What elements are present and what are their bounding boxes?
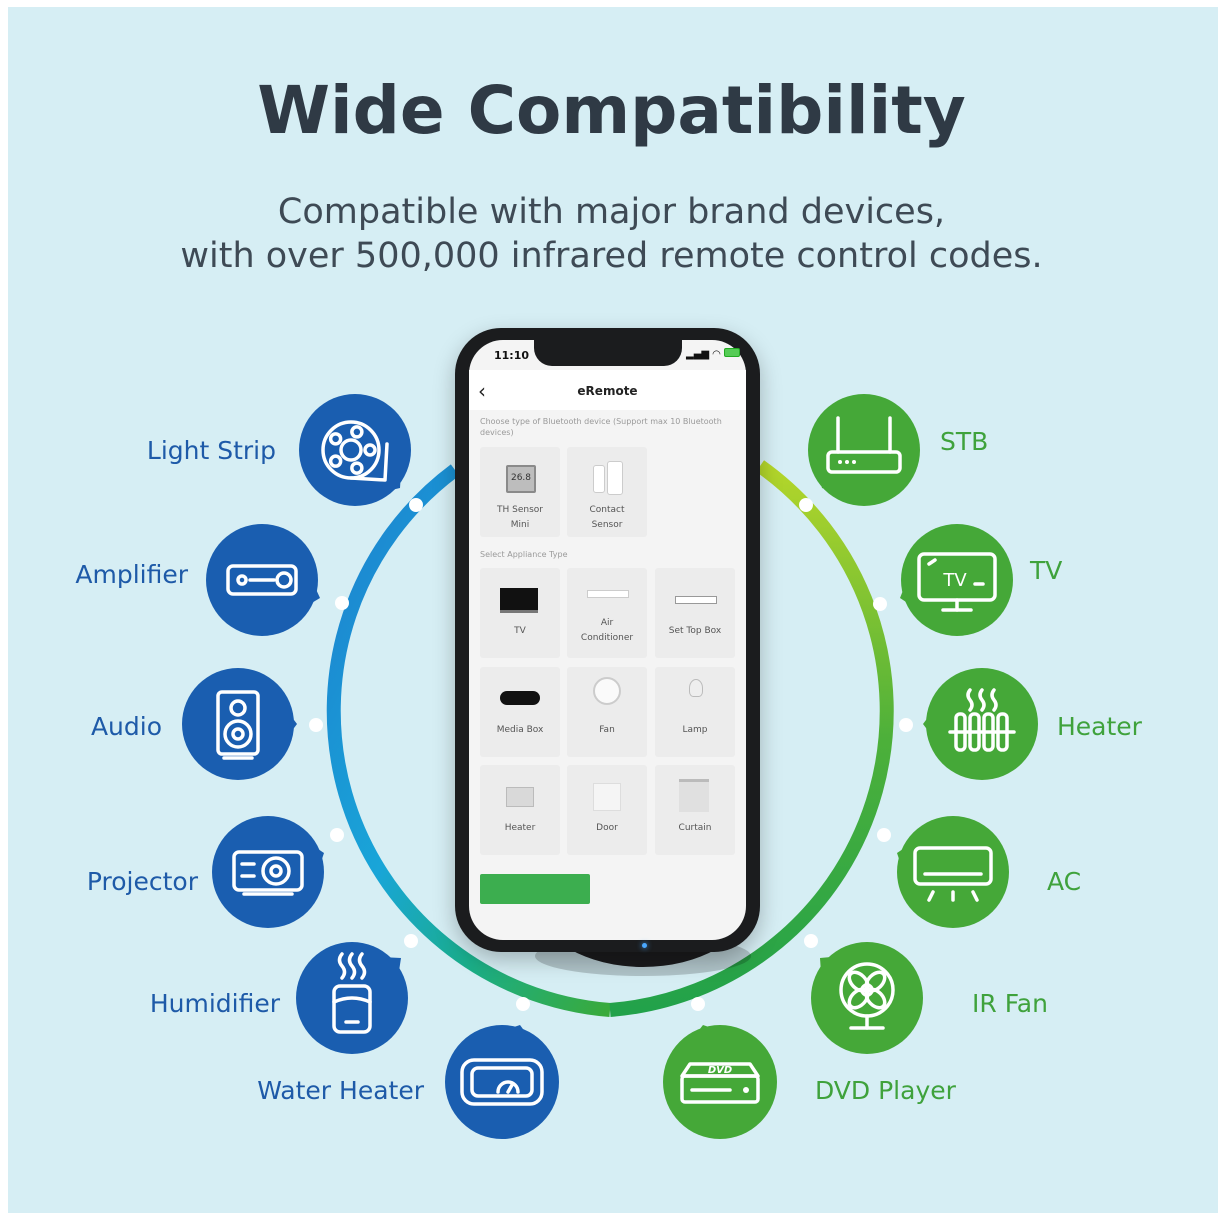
- label-projector: Projector: [86, 867, 198, 896]
- heater-bubble: [923, 668, 1038, 780]
- tile-label: Set Top Box: [668, 626, 722, 636]
- label-audio: Audio: [90, 712, 162, 741]
- ring-dot: [691, 997, 705, 1011]
- label-ir-fan: IR Fan: [972, 989, 1048, 1018]
- tile-label: Contact Sensor: [589, 505, 625, 530]
- ring-dot: [330, 828, 344, 842]
- app-title: eRemote: [577, 384, 638, 398]
- status-time: 11:10: [494, 349, 530, 362]
- appliance-prompt: Select Appliance Type: [480, 550, 568, 559]
- fan-icon: [593, 677, 621, 705]
- svg-text:DVD: DVD: [708, 1065, 732, 1076]
- fan-bubble: [811, 942, 923, 1054]
- curtain-icon: [679, 779, 709, 812]
- bluetooth-prompt: Choose type of Bluetooth device (Support…: [480, 417, 722, 437]
- tile-appliance[interactable]: Set Top Box: [655, 568, 735, 658]
- tv-icon: [500, 588, 538, 613]
- label-water-heater: Water Heater: [257, 1076, 424, 1105]
- light-strip-bubble: [299, 394, 411, 506]
- tile-label: TH Sensor Mini: [497, 505, 543, 530]
- phone-notch: [534, 340, 682, 366]
- media-icon: [500, 691, 540, 705]
- label-heater: Heater: [1057, 712, 1142, 741]
- svg-text:TV: TV: [942, 570, 967, 591]
- ring-dot: [877, 828, 891, 842]
- lamp-icon: [689, 679, 703, 697]
- tile-label: Door: [596, 823, 618, 833]
- battery-icon: [723, 348, 740, 357]
- tile-appliance[interactable]: Curtain: [655, 765, 735, 855]
- label-stb: STB: [940, 427, 989, 456]
- tile-label: TV: [514, 626, 526, 636]
- ring-dot: [335, 596, 349, 610]
- ring-dot: [309, 718, 323, 732]
- tile-appliance[interactable]: TV: [480, 568, 560, 658]
- confirm-button[interactable]: [480, 874, 590, 904]
- label-ac: AC: [1047, 867, 1082, 896]
- tv-bubble: TV: [900, 524, 1013, 636]
- signal-icon: ▂▄▆: [686, 349, 710, 360]
- ring-dot: [799, 498, 813, 512]
- ring-dot: [516, 997, 530, 1011]
- ring-dot: [873, 597, 887, 611]
- ac-icon: [587, 590, 629, 598]
- label-amplifier: Amplifier: [75, 560, 188, 589]
- tile-appliance[interactable]: Lamp: [655, 667, 735, 757]
- dvd-player-bubble: DVD: [663, 1025, 777, 1139]
- projector-bubble: [212, 816, 324, 928]
- amplifier-bubble: [206, 524, 320, 636]
- label-tv: TV: [1030, 556, 1063, 585]
- ring-dot: [899, 718, 913, 732]
- contact-sensor-icon: [593, 465, 605, 493]
- tile-label: Media Box: [496, 725, 544, 735]
- tile-appliance[interactable]: Door: [567, 765, 647, 855]
- humidifier-bubble: [296, 942, 408, 1054]
- label-light-strip: Light Strip: [146, 436, 276, 465]
- label-humidifier: Humidifier: [149, 989, 280, 1018]
- tile-label: Fan: [599, 725, 615, 735]
- hub-status-light: [642, 943, 647, 948]
- heater-icon: [506, 787, 534, 807]
- tile-appliance[interactable]: Air Conditioner: [567, 568, 647, 658]
- ring-dot: [404, 934, 418, 948]
- tile-label: Lamp: [682, 725, 708, 735]
- water-heater-bubble: [445, 1025, 559, 1139]
- wifi-icon: ◠: [712, 349, 721, 360]
- tile-appliance[interactable]: Media Box: [480, 667, 560, 757]
- tile-appliance[interactable]: Fan: [567, 667, 647, 757]
- label-dvd-player: DVD Player: [815, 1076, 956, 1105]
- th-sensor-icon: 26.8: [506, 465, 536, 493]
- tile-label: Curtain: [678, 823, 712, 833]
- tile-appliance[interactable]: Heater: [480, 765, 560, 855]
- status-icons: ▂▄▆ ◠: [686, 348, 740, 360]
- tile-label: Heater: [504, 823, 536, 833]
- tile-label: Air Conditioner: [580, 618, 634, 643]
- air-conditioner-bubble: [897, 816, 1009, 928]
- ring-dot: [804, 934, 818, 948]
- door-icon: [593, 783, 621, 811]
- stb-icon: [675, 596, 717, 604]
- speaker-bubble: [182, 668, 297, 780]
- router-bubble: [808, 394, 920, 506]
- ring-dot: [409, 498, 423, 512]
